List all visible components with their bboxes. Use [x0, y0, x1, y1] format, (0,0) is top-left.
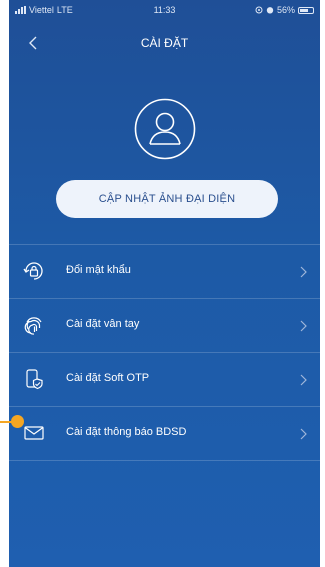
- chevron-right-icon: [300, 320, 307, 332]
- menu-item-label: Cài đặt vân tay: [66, 318, 140, 330]
- annotation-marker-dot: [11, 415, 24, 428]
- menu-item-soft-otp[interactable]: Cài đặt Soft OTP: [9, 352, 320, 406]
- menu-item-label: Cài đặt thông báo BDSD: [66, 426, 187, 438]
- menu-item-fingerprint[interactable]: Cài đặt vân tay: [9, 298, 320, 352]
- battery-icon: [298, 6, 314, 14]
- chevron-right-icon: [300, 428, 307, 440]
- menu-item-label: Đổi mật khẩu: [66, 264, 131, 276]
- lock-refresh-icon: [23, 262, 43, 280]
- envelope-icon: [24, 426, 44, 440]
- status-bar: Viettel LTE 11:33 56%: [9, 0, 320, 20]
- settings-menu: Đổi mật khẩu Cài đặt vân tay Cài đặt Sof…: [9, 244, 320, 461]
- chevron-right-icon: [300, 266, 307, 278]
- chevron-right-icon: [300, 374, 307, 386]
- status-right: 56%: [255, 5, 314, 15]
- alarm-icon: [266, 7, 274, 14]
- page-title: CÀI ĐẶT: [140, 36, 189, 50]
- navigation-bar: CÀI ĐẶT: [9, 22, 320, 62]
- battery-percent: 56%: [276, 5, 295, 15]
- settings-screen: Viettel LTE 11:33 56% CÀI ĐẶT CẬP NHẬT Ả…: [9, 0, 320, 567]
- phone-shield-icon: [26, 369, 43, 390]
- menu-item-bdsd-notification[interactable]: Cài đặt thông báo BDSD: [9, 406, 320, 461]
- fingerprint-icon: [24, 317, 42, 335]
- menu-item-label: Cài đặt Soft OTP: [66, 372, 150, 384]
- update-avatar-button[interactable]: CẬP NHẬT ẢNH ĐẠI DIỆN: [56, 180, 278, 218]
- location-icon: [255, 6, 263, 14]
- user-avatar-icon[interactable]: [134, 98, 196, 160]
- menu-item-change-password[interactable]: Đổi mật khẩu: [9, 244, 320, 298]
